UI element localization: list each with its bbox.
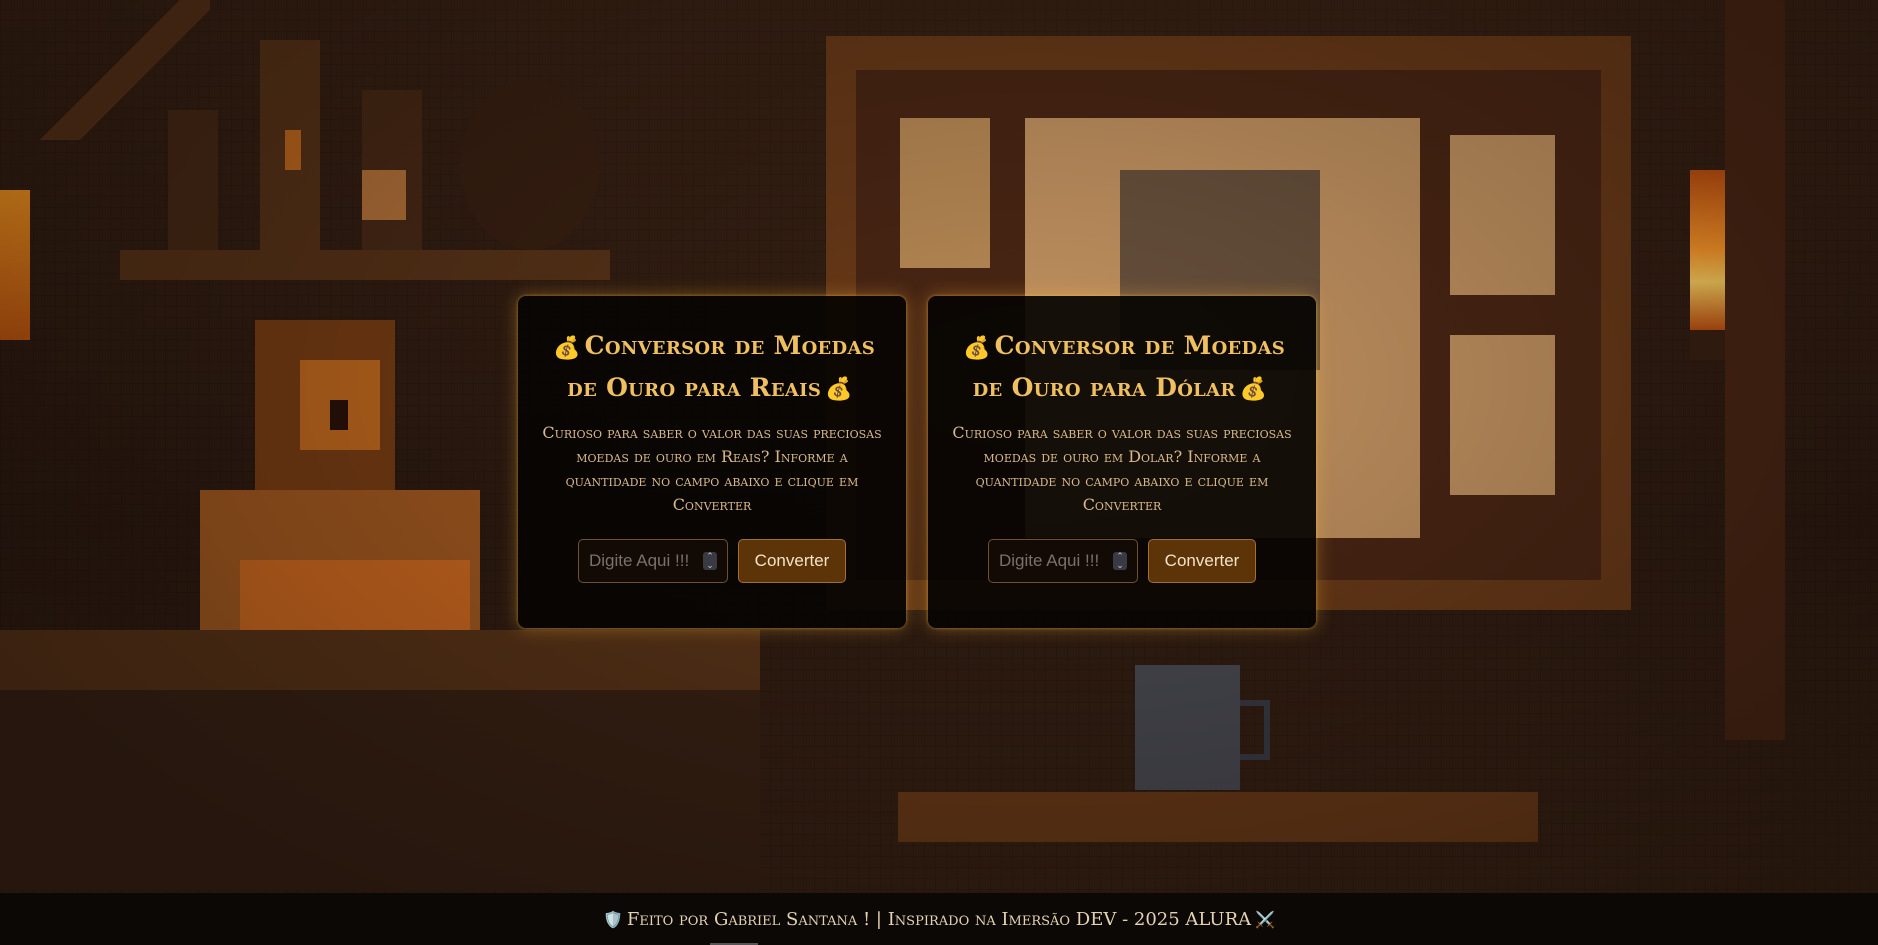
number-spinner[interactable]: ⌃ ⌄ [1113, 552, 1127, 570]
card-description: Curioso para saber o valor das suas prec… [542, 423, 882, 514]
convert-button[interactable]: Converter [1148, 539, 1256, 583]
shield-icon: 🛡️ [602, 910, 623, 929]
converter-card-dolar: 💰 Conversor de Moedas de Ouro para Dólar 💰… [928, 296, 1316, 628]
converter-card-reais: 💰 Conversor de Moedas de Ouro para Reais 💰… [518, 296, 906, 628]
money-bag-icon: 💰 [825, 376, 853, 402]
gold-quantity-input[interactable]: Digite Aqui !!! ⌃ ⌄ [988, 539, 1138, 583]
money-bag-icon: 💰 [1239, 376, 1268, 402]
card-title-dolar: 💰 Conversor de Moedas de Ouro para Dólar 💰 [952, 326, 1292, 409]
input-placeholder: Digite Aqui !!! [589, 551, 690, 570]
converter-controls: Digite Aqui !!! ⌃ ⌄ Converter [952, 539, 1292, 583]
converter-controls: Digite Aqui !!! ⌃ ⌄ Converter [542, 539, 882, 583]
card-title-text: Conversor de Moedas de Ouro para Dólar [972, 331, 1286, 402]
page-footer: 🛡️ Feito por Gabriel Santana ! | Inspirad… [0, 893, 1878, 945]
gold-quantity-input[interactable]: Digite Aqui !!! ⌃ ⌄ [578, 539, 728, 583]
number-spinner[interactable]: ⌃ ⌄ [703, 552, 717, 570]
money-bag-icon: 💰 [962, 334, 991, 361]
crossed-swords-icon: ⚔️ [1255, 910, 1276, 929]
convert-button[interactable]: Converter [738, 539, 846, 583]
money-bag-icon: 💰 [552, 334, 581, 361]
footer-text: Feito por Gabriel Santana ! | Inspirado … [626, 909, 1252, 930]
card-title-reais: 💰 Conversor de Moedas de Ouro para Reais 💰 [542, 326, 882, 409]
card-description: Curioso para saber o valor das suas prec… [952, 423, 1292, 514]
input-placeholder: Digite Aqui !!! [999, 551, 1100, 570]
